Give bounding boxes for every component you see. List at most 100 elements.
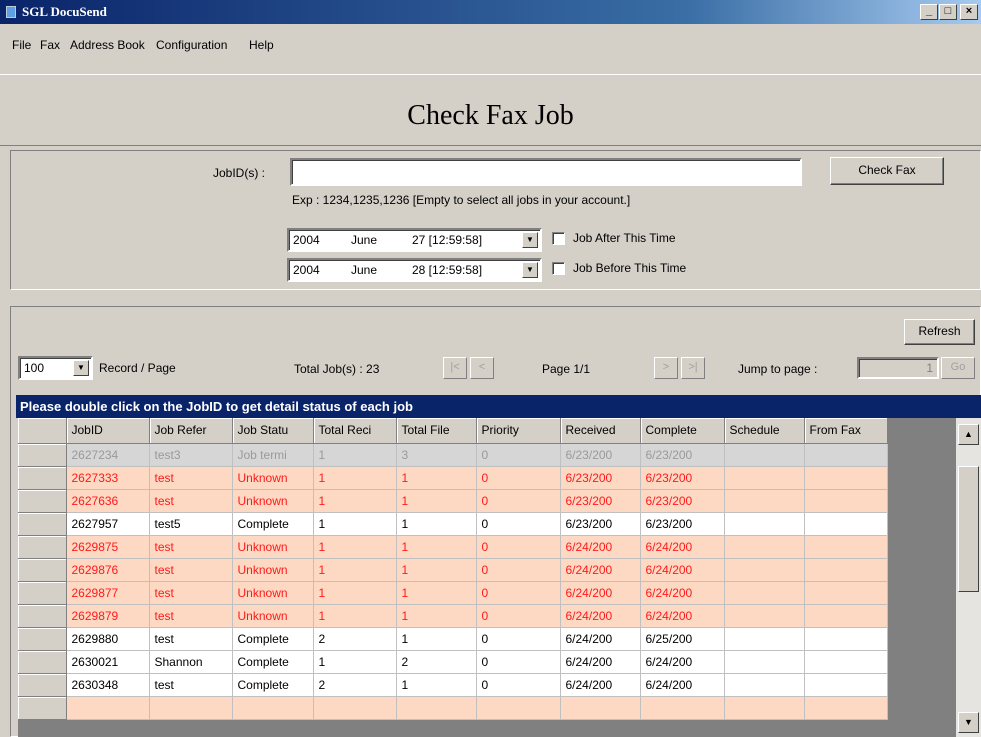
table-row[interactable]: 2627636 test Unknown 1 1 0 6/23/200 6/23/200 <box>18 489 888 513</box>
table-row[interactable]: 2629877 test Unknown 1 1 0 6/24/200 6/24/200 <box>18 581 888 605</box>
col-job-status[interactable]: Job Statu <box>232 418 314 444</box>
row-selector[interactable] <box>18 696 67 720</box>
row-selector[interactable] <box>18 673 67 697</box>
cell-received: 6/23/200 <box>560 489 641 513</box>
table-row[interactable]: 2629875 test Unknown 1 1 0 6/24/200 6/24/200 <box>18 535 888 559</box>
cell-job-status: Job termi <box>232 443 314 467</box>
cell-received <box>560 696 641 720</box>
cell-schedule <box>724 535 805 559</box>
table-row[interactable]: 2630348 test Complete 2 1 0 6/24/200 6/24/200 <box>18 673 888 697</box>
cell-received: 6/24/200 <box>560 604 641 628</box>
col-complete[interactable]: Complete <box>640 418 725 444</box>
scroll-thumb[interactable] <box>958 466 979 592</box>
cell-job-reference: test <box>149 604 233 628</box>
table-row[interactable] <box>18 696 888 720</box>
grid-body: 2627234 test3 Job termi 1 3 0 6/23/200 6/23/200… <box>18 443 888 720</box>
cell-jobid[interactable]: 2629875 <box>66 535 150 559</box>
cell-jobid[interactable]: 2629876 <box>66 558 150 582</box>
go-button[interactable]: Go <box>941 357 975 379</box>
after-dropdown-icon[interactable]: ▼ <box>522 232 538 248</box>
first-page-button[interactable]: |< <box>443 357 467 379</box>
col-schedule[interactable]: Schedule <box>724 418 805 444</box>
job-before-label: Job Before This Time <box>573 261 687 275</box>
next-page-button[interactable]: > <box>654 357 678 379</box>
cell-jobid[interactable]: 2629879 <box>66 604 150 628</box>
maximize-button[interactable]: □ <box>939 4 957 20</box>
row-selector[interactable] <box>18 558 67 582</box>
after-date-picker[interactable]: 2004 June 27 [12:59:58] ▼ <box>287 228 542 252</box>
row-selector[interactable] <box>18 466 67 490</box>
table-row[interactable]: 2629879 test Unknown 1 1 0 6/24/200 6/24/200 <box>18 604 888 628</box>
row-selector[interactable] <box>18 512 67 536</box>
page-size-select[interactable]: 100 ▼ <box>18 356 93 380</box>
cell-job-status: Unknown <box>232 489 314 513</box>
job-after-checkbox[interactable] <box>552 232 565 245</box>
jump-page-input[interactable]: 1 <box>857 357 939 379</box>
col-job-reference[interactable]: Job Refer <box>149 418 233 444</box>
before-date-picker[interactable]: 2004 June 28 [12:59:58] ▼ <box>287 258 542 282</box>
table-row[interactable]: 2629876 test Unknown 1 1 0 6/24/200 6/24/200 <box>18 558 888 582</box>
scroll-down-icon[interactable]: ▼ <box>958 712 979 733</box>
col-from-fax[interactable]: From Fax <box>804 418 888 444</box>
table-row[interactable]: 2627234 test3 Job termi 1 3 0 6/23/200 6/23/200 <box>18 443 888 467</box>
row-selector[interactable] <box>18 581 67 605</box>
cell-total-files: 1 <box>396 604 477 628</box>
cell-received: 6/24/200 <box>560 650 641 674</box>
table-row[interactable]: 2630021 Shannon Complete 1 2 0 6/24/200 6/24/20… <box>18 650 888 674</box>
col-total-files[interactable]: Total File <box>396 418 477 444</box>
col-received[interactable]: Received <box>560 418 641 444</box>
cell-jobid[interactable]: 2627957 <box>66 512 150 536</box>
row-selector[interactable] <box>18 535 67 559</box>
cell-jobid[interactable]: 2629877 <box>66 581 150 605</box>
table-row[interactable]: 2627333 test Unknown 1 1 0 6/23/200 6/23/200 <box>18 466 888 490</box>
col-priority[interactable]: Priority <box>476 418 561 444</box>
cell-job-reference: test3 <box>149 443 233 467</box>
jobid-input[interactable] <box>290 158 802 186</box>
cell-priority: 0 <box>476 489 561 513</box>
col-total-recipients[interactable]: Total Reci <box>313 418 397 444</box>
row-selector[interactable] <box>18 650 67 674</box>
row-selector[interactable] <box>18 489 67 513</box>
table-row[interactable]: 2627957 test5 Complete 1 1 0 6/23/200 6/23/200 <box>18 512 888 536</box>
row-selector[interactable] <box>18 443 67 467</box>
cell-total-files: 1 <box>396 535 477 559</box>
menu-fax[interactable]: Fax <box>40 38 60 52</box>
cell-jobid[interactable]: 2630348 <box>66 673 150 697</box>
scroll-up-icon[interactable]: ▲ <box>958 424 979 445</box>
menu-file[interactable]: File <box>12 38 31 52</box>
table-row[interactable]: 2629880 test Complete 2 1 0 6/24/200 6/25/200 <box>18 627 888 651</box>
cell-priority: 0 <box>476 673 561 697</box>
cell-total-recipients: 1 <box>313 466 397 490</box>
cell-jobid[interactable]: 2630021 <box>66 650 150 674</box>
before-dropdown-icon[interactable]: ▼ <box>522 262 538 278</box>
page-size-dropdown-icon[interactable]: ▼ <box>73 360 89 376</box>
row-selector[interactable] <box>18 604 67 628</box>
menu-address-book[interactable]: Address Book <box>70 38 145 52</box>
last-page-button[interactable]: >| <box>681 357 705 379</box>
cell-jobid[interactable]: 2627636 <box>66 489 150 513</box>
cell-from-fax <box>804 604 888 628</box>
minimize-button[interactable]: _ <box>920 4 938 20</box>
job-before-checkbox[interactable] <box>552 262 565 275</box>
vertical-scrollbar[interactable]: ▲ ▼ <box>956 418 981 737</box>
cell-from-fax <box>804 443 888 467</box>
instruction-banner: Please double click on the JobID to get … <box>16 395 981 418</box>
cell-priority: 0 <box>476 650 561 674</box>
cell-jobid[interactable]: 2629880 <box>66 627 150 651</box>
cell-schedule <box>724 443 805 467</box>
close-button[interactable]: × <box>960 4 978 20</box>
cell-jobid[interactable]: 2627333 <box>66 466 150 490</box>
cell-job-reference: test <box>149 535 233 559</box>
refresh-button[interactable]: Refresh <box>904 319 975 345</box>
menu-help[interactable]: Help <box>249 38 274 52</box>
cell-schedule <box>724 558 805 582</box>
cell-jobid[interactable]: 2627234 <box>66 443 150 467</box>
prev-page-button[interactable]: < <box>470 357 494 379</box>
cell-jobid[interactable] <box>66 696 150 720</box>
cell-job-reference: test <box>149 558 233 582</box>
cell-schedule <box>724 512 805 536</box>
col-jobid[interactable]: JobID <box>66 418 150 444</box>
menu-configuration[interactable]: Configuration <box>156 38 227 52</box>
check-fax-button[interactable]: Check Fax <box>830 157 944 185</box>
row-selector[interactable] <box>18 627 67 651</box>
